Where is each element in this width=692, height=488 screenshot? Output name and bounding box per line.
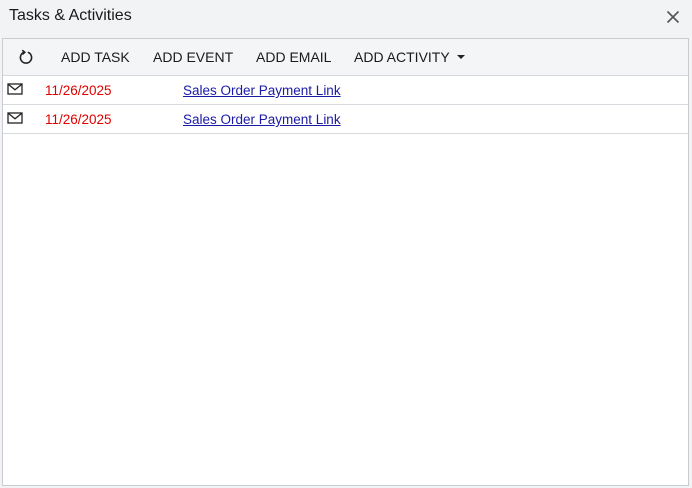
chevron-down-icon	[456, 55, 465, 59]
add-activity-label: ADD ACTIVITY	[354, 49, 450, 65]
add-activity-button[interactable]: ADD ACTIVITY	[354, 39, 465, 75]
table-row[interactable]: 11/26/2025 Sales Order Payment Link	[3, 105, 688, 134]
activity-date: 11/26/2025	[45, 112, 112, 127]
activities-grid: 11/26/2025 Sales Order Payment Link 11/2…	[3, 76, 688, 134]
add-task-button[interactable]: ADD TASK	[61, 39, 130, 75]
tasks-activities-dialog: Tasks & Activities ADD TASK ADD EVENT AD…	[0, 0, 692, 488]
activity-date: 11/26/2025	[45, 83, 112, 98]
refresh-button[interactable]	[14, 39, 38, 75]
activity-summary-link[interactable]: Sales Order Payment Link	[183, 83, 341, 98]
mail-icon	[7, 83, 23, 95]
dialog-titlebar: Tasks & Activities	[0, 0, 692, 34]
mail-icon	[7, 112, 23, 124]
add-email-button[interactable]: ADD EMAIL	[256, 39, 331, 75]
table-row[interactable]: 11/26/2025 Sales Order Payment Link	[3, 76, 688, 105]
close-icon	[666, 10, 680, 24]
activities-toolbar: ADD TASK ADD EVENT ADD EMAIL ADD ACTIVIT…	[3, 39, 688, 76]
add-event-button[interactable]: ADD EVENT	[153, 39, 233, 75]
refresh-icon	[19, 49, 33, 64]
activities-panel: ADD TASK ADD EVENT ADD EMAIL ADD ACTIVIT…	[2, 38, 689, 486]
close-button[interactable]	[662, 6, 684, 28]
activity-summary-link[interactable]: Sales Order Payment Link	[183, 112, 341, 127]
dialog-title: Tasks & Activities	[9, 7, 132, 24]
